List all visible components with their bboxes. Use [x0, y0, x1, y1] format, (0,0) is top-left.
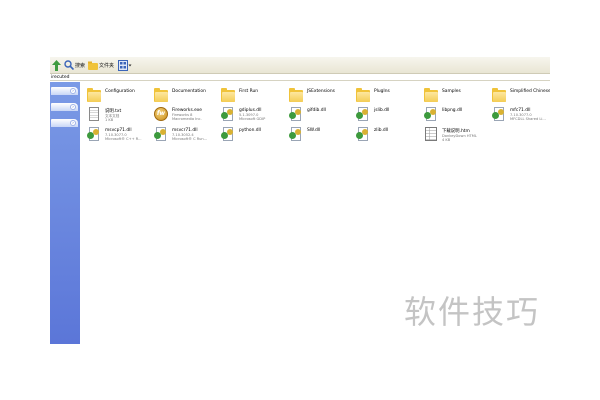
- up-arrow-icon: [52, 59, 61, 71]
- task-pane-section-1[interactable]: ›: [51, 87, 78, 95]
- folders-label: 文件夹: [99, 62, 115, 69]
- folder-icon: [220, 87, 236, 103]
- file-detail: Microsoft® C++ R...: [105, 137, 142, 142]
- file-item[interactable]: msvcp71.dll 7.10.3077.0 Microsoft® C++ R..…: [86, 126, 142, 142]
- file-item[interactable]: python.dll: [220, 126, 261, 142]
- file-item[interactable]: 下载说明.htm DonkeyDown HTML 4 KB: [423, 126, 477, 143]
- toolbar: 搜索 文件夹: [50, 57, 550, 74]
- dll-file-icon: [153, 126, 169, 142]
- up-button[interactable]: [52, 59, 61, 71]
- file-name: zlib.dll: [374, 128, 389, 133]
- folder-icon: [491, 87, 507, 103]
- file-detail: MFCDLL Shared Li...: [510, 117, 546, 122]
- file-item[interactable]: jslib.dll: [355, 106, 389, 122]
- folder-icon: [86, 87, 102, 103]
- dll-file-icon: [86, 126, 102, 142]
- file-detail: 4 KB: [442, 138, 451, 143]
- folder-icon: [355, 87, 371, 103]
- file-detail: Microsoft GDIP: [239, 117, 266, 122]
- chevron-icon[interactable]: ›: [70, 104, 76, 110]
- file-item[interactable]: First Run: [220, 87, 258, 103]
- file-name: Samples: [442, 89, 461, 94]
- dll-file-icon: [355, 126, 371, 142]
- file-name: Documentation: [172, 89, 206, 94]
- views-icon: [118, 59, 132, 71]
- search-label: 搜索: [75, 62, 86, 69]
- file-detail: Macromedia Inc.: [172, 117, 202, 122]
- task-pane-section-2[interactable]: ›: [51, 103, 78, 111]
- file-item[interactable]: libpng.dll: [423, 106, 462, 122]
- file-item[interactable]: Documentation: [153, 87, 206, 103]
- task-pane-section-3[interactable]: ›: [51, 119, 78, 127]
- search-button[interactable]: 搜索: [64, 59, 85, 71]
- dll-file-icon: [491, 106, 507, 122]
- watermark-text: 软件技巧: [404, 293, 541, 331]
- file-item[interactable]: PlugIns: [355, 87, 390, 103]
- file-item[interactable]: gifdib.dll: [288, 106, 326, 122]
- dll-file-icon: [355, 106, 371, 122]
- file-item[interactable]: mfc71.dll 7.10.3077.0 MFCDLL Shared Li...: [491, 106, 546, 122]
- chevron-icon[interactable]: ›: [70, 88, 76, 94]
- address-bar[interactable]: irecuted: [50, 74, 550, 81]
- html-file-icon: [423, 126, 439, 142]
- file-detail: Microsoft® C Run...: [172, 137, 208, 142]
- file-name: JSExtensions: [307, 89, 335, 94]
- dll-file-icon: [220, 126, 236, 142]
- folder-icon: [88, 61, 98, 70]
- file-item[interactable]: Configuration: [86, 87, 135, 103]
- file-item[interactable]: msvcr71.dll 7.10.3052.4 Microsoft® C Run..…: [153, 126, 207, 142]
- search-icon: [64, 60, 74, 70]
- file-name: libpng.dll: [442, 108, 463, 113]
- file-item[interactable]: gdiplus.dll 5.1.3097.0 Microsoft GDIP: [220, 106, 265, 122]
- file-item[interactable]: 说明.txt 文本文档 1 KB: [86, 106, 121, 123]
- folders-button[interactable]: 文件夹: [88, 59, 114, 71]
- file-name: First Run: [239, 89, 259, 94]
- chevron-icon[interactable]: ›: [70, 120, 76, 126]
- file-name: PlugIns: [374, 89, 390, 94]
- folder-icon: [153, 87, 169, 103]
- file-item[interactable]: Samples: [423, 87, 461, 103]
- task-pane: › › ›: [50, 82, 80, 344]
- folder-icon: [423, 87, 439, 103]
- dll-file-icon: [423, 106, 439, 122]
- file-item[interactable]: SW.dll: [288, 126, 320, 142]
- views-button[interactable]: [118, 59, 132, 71]
- file-name: python.dll: [239, 128, 261, 133]
- dll-file-icon: [288, 106, 304, 122]
- file-name: jslib.dll: [374, 108, 390, 113]
- folder-icon: [288, 87, 304, 103]
- file-item[interactable]: Simplified Chinese: [491, 87, 550, 103]
- dll-file-icon: [220, 106, 236, 122]
- dll-file-icon: [288, 126, 304, 142]
- file-name: Simplified Chinese: [510, 89, 550, 94]
- file-item[interactable]: JSExtensions: [288, 87, 335, 103]
- file-detail: 1 KB: [105, 118, 114, 123]
- file-item[interactable]: zlib.dll: [355, 126, 388, 142]
- file-name: SW.dll: [307, 128, 321, 133]
- fireworks-app-icon: fw: [153, 106, 169, 122]
- file-name: gifdib.dll: [307, 108, 326, 113]
- file-item[interactable]: fw Fireworks.exe Fireworks 8 Macromedia Inc…: [153, 106, 202, 122]
- file-name: Configuration: [105, 89, 135, 94]
- address-path: irecuted: [51, 75, 70, 80]
- text-file-icon: [86, 106, 102, 122]
